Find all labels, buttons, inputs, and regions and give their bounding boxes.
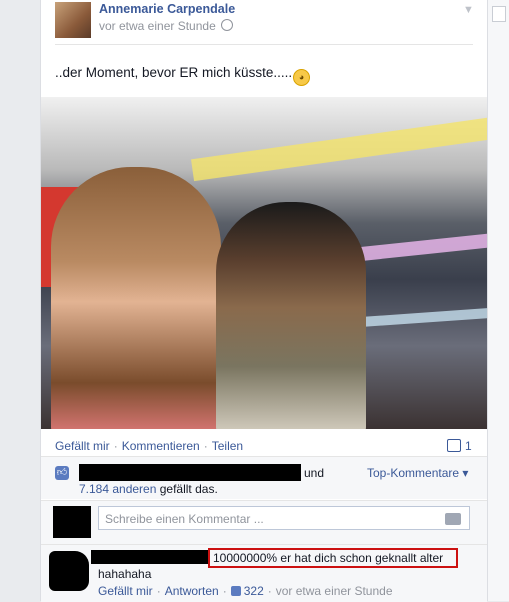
top-comments-dropdown[interactable]: Top-Kommentare ▾ <box>367 466 468 480</box>
likes-suffix: gefällt das. <box>156 482 218 496</box>
share-link[interactable]: Teilen <box>212 439 243 453</box>
comment-actions: Gefällt mir · Antworten · 322 · vor etwa einer… <box>98 584 393 598</box>
comment-like-link[interactable]: Gefällt mir <box>98 584 153 598</box>
post-message-text: ..der Moment, bevor ER mich küsste..... <box>55 65 293 80</box>
like-link[interactable]: Gefällt mir <box>55 439 110 453</box>
comment-like-count[interactable]: 322 <box>244 584 264 598</box>
camera-icon[interactable] <box>445 513 461 525</box>
author-name[interactable]: Annemarie Carpendale <box>99 2 235 16</box>
scroll-up-arrow[interactable] <box>492 6 506 22</box>
post-message: ..der Moment, bevor ER mich küsste..... ◕ <box>55 65 311 86</box>
redacted-commenter-name <box>91 550 209 564</box>
comment-composer: Schreibe einen Kommentar ... <box>41 500 487 545</box>
post-time-text: vor etwa einer Stunde <box>99 19 216 33</box>
right-gutter <box>487 0 509 601</box>
chevron-down-icon[interactable]: ▼ <box>463 4 474 16</box>
divider <box>55 44 473 45</box>
comment-count[interactable]: 1 <box>447 439 472 453</box>
flushed-face-emoji-icon: ◕ <box>293 69 311 86</box>
commenter-avatar-redacted <box>49 551 89 591</box>
highlighted-comment-text: 10000000% er hat dich schon geknallt alt… <box>208 548 458 568</box>
post-actions: Gefällt mir · Kommentieren · Teilen <box>55 439 244 453</box>
post-photo[interactable] <box>41 97 487 429</box>
comment-reply-link[interactable]: Antworten <box>165 584 219 598</box>
comment-text-second-line: hahahaha <box>98 567 152 581</box>
likes-summary: 👍︎ und Top-Kommentare ▾ 7.184 anderen ge… <box>41 456 487 499</box>
globe-icon <box>220 19 233 31</box>
comment-link[interactable]: Kommentieren <box>122 439 200 453</box>
thumbs-up-small-icon <box>230 586 241 596</box>
likes-others-link[interactable]: 7.184 anderen <box>79 482 156 496</box>
comment-time[interactable]: vor etwa einer Stunde <box>276 584 393 598</box>
comment-item: 10000000% er hat dich schon geknallt alt… <box>41 544 487 602</box>
author-avatar[interactable] <box>55 2 91 38</box>
comment-icon <box>447 439 461 452</box>
redacted-names <box>79 464 301 481</box>
background-light-stripe <box>191 114 487 182</box>
likes-count: 7.184 anderen gefällt das. <box>79 482 218 496</box>
photo-person-woman <box>51 167 221 429</box>
comment-count-number: 1 <box>465 439 472 453</box>
viewer-avatar-redacted <box>53 506 91 538</box>
comment-input[interactable]: Schreibe einen Kommentar ... <box>98 506 470 530</box>
post-time[interactable]: vor etwa einer Stunde <box>99 19 233 33</box>
post-card: Annemarie Carpendale vor etwa einer Stun… <box>40 0 488 602</box>
thumbs-up-icon: 👍︎ <box>55 466 69 480</box>
likes-und: und <box>304 466 325 480</box>
comment-input-placeholder: Schreibe einen Kommentar ... <box>105 512 264 526</box>
photo-person-man <box>216 202 366 429</box>
